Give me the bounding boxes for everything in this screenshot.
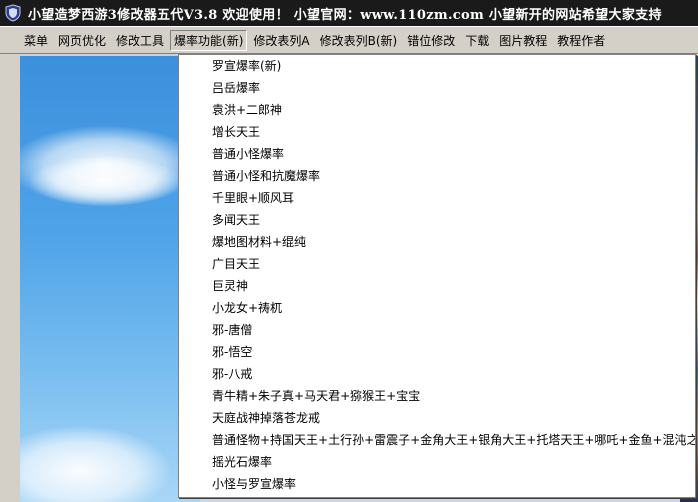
dropdown-item[interactable]: 邪-悟空 (179, 341, 695, 363)
menu-bar: 菜单 网页优化 修改工具 爆率功能(新) 修改表列A 修改表列B(新) 错位修改… (0, 26, 698, 54)
menu-item-menu[interactable]: 菜单 (20, 30, 52, 51)
menu-item-offset-modify[interactable]: 错位修改 (403, 30, 459, 51)
cloud-shape (20, 426, 170, 502)
cloud-shape (30, 156, 180, 206)
menu-item-tutorial-author[interactable]: 教程作者 (553, 30, 609, 51)
dropdown-item[interactable]: 增长天王 (179, 121, 695, 143)
menu-item-picture-tutorial[interactable]: 图片教程 (495, 30, 551, 51)
dropdown-item[interactable]: 爆地图材料+绲纯 (179, 231, 695, 253)
dropdown-item[interactable]: 邪-唐僧 (179, 319, 695, 341)
menu-item-drop-rate[interactable]: 爆率功能(新) (170, 29, 248, 51)
dropdown-item[interactable]: 天庭战神掉落苍龙戒 (179, 407, 695, 429)
dropdown-item[interactable]: 青牛精+朱子真+马天君+猕猴王+宝宝 (179, 385, 695, 407)
dropdown-item[interactable]: 小怪与罗宣爆率 (179, 473, 695, 495)
left-gutter (0, 54, 20, 502)
dropdown-item[interactable]: 巨灵神 (179, 275, 695, 297)
shield-icon (5, 4, 21, 22)
dropdown-item[interactable]: 千里眼+顺风耳 (179, 187, 695, 209)
dropdown-item[interactable]: 广目天王 (179, 253, 695, 275)
dropdown-item[interactable]: 普通小怪和抗魔爆率 (179, 165, 695, 187)
dropdown-item[interactable]: 袁洪+二郎神 (179, 99, 695, 121)
dropdown-item[interactable]: 普通怪物+持国天王+土行孙+雷震子+金角大王+银角大王+托塔天王+哪吒+金鱼+混… (179, 429, 695, 451)
drop-rate-dropdown-menu: 罗宣爆率(新) 吕岳爆率 袁洪+二郎神 增长天王 普通小怪爆率 普通小怪和抗魔爆… (178, 54, 696, 498)
menu-item-web-optimize[interactable]: 网页优化 (54, 30, 110, 51)
dropdown-item[interactable]: 吕岳爆率 (179, 77, 695, 99)
menu-item-modify-tools[interactable]: 修改工具 (112, 30, 168, 51)
dropdown-item[interactable]: 普通小怪爆率 (179, 143, 695, 165)
menu-item-modify-list-a[interactable]: 修改表列A (249, 30, 313, 51)
title-bar: 小望造梦西游3修改器五代V3.8 欢迎使用！ 小望官网：www.110zm.co… (0, 0, 698, 26)
menu-item-modify-list-b[interactable]: 修改表列B(新) (316, 30, 402, 51)
menu-item-download[interactable]: 下载 (461, 30, 493, 51)
dropdown-item[interactable]: 摇光石爆率 (179, 451, 695, 473)
dropdown-item[interactable]: 邪-八戒 (179, 363, 695, 385)
dropdown-item[interactable]: 多闻天王 (179, 209, 695, 231)
dropdown-item[interactable]: 罗宣爆率(新) (179, 55, 695, 77)
window-title: 小望造梦西游3修改器五代V3.8 欢迎使用！ 小望官网：www.110zm.co… (28, 7, 662, 23)
dropdown-item[interactable]: 小龙女+祷杌 (179, 297, 695, 319)
